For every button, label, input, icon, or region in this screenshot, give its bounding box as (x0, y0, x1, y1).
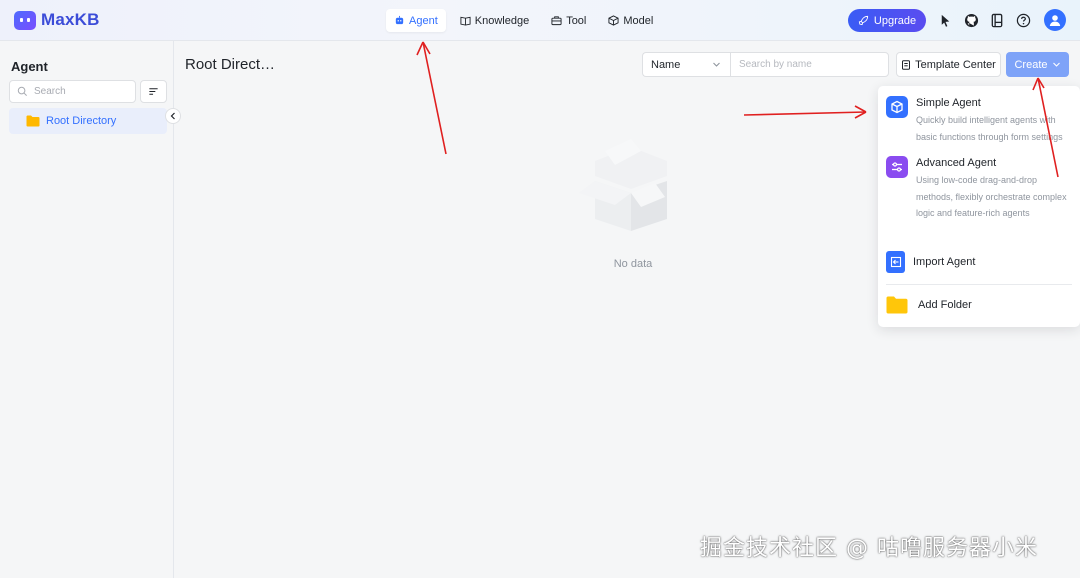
watermark-text: 掘金技术社区 @ 咕噜服务器小米 (700, 536, 1038, 561)
app-name: MaxKB (41, 10, 100, 29)
page-title: Root Direct… (185, 56, 276, 73)
collapse-sidebar-button[interactable] (165, 108, 181, 124)
sidebar-title: Agent (11, 59, 48, 74)
nav-tab-label: Tool (566, 14, 587, 27)
nav-tab-tool[interactable]: Tool (543, 9, 594, 32)
book-icon (460, 16, 471, 26)
top-header: MaxKB Agent Knowledge Tool Model Upgrade (0, 0, 1080, 41)
template-center-label: Template Center (915, 58, 996, 71)
upgrade-label: Upgrade (873, 14, 917, 27)
cube-icon (608, 15, 619, 26)
menu-item-description: Using low-code drag-and-drop methods, fl… (916, 175, 1067, 218)
create-dropdown-menu: Simple Agent Quickly build intelligent a… (878, 86, 1080, 327)
sidebar-item-label: Root Directory (46, 115, 117, 127)
nav-tab-model[interactable]: Model (600, 9, 661, 32)
main-nav: Agent Knowledge Tool Model (386, 9, 661, 32)
menu-item-description: Quickly build intelligent agents with ba… (916, 115, 1063, 142)
sidebar: Agent Search Root Directory (0, 41, 181, 578)
sort-button[interactable] (140, 80, 167, 103)
import-icon (886, 251, 905, 273)
chevron-down-icon (713, 62, 720, 67)
maxkb-logo-icon (14, 10, 36, 30)
advanced-agent-icon (886, 156, 908, 178)
sidebar-search-placeholder: Search (34, 86, 66, 97)
app-logo[interactable]: MaxKB (14, 10, 100, 30)
menu-item-title: Add Folder (918, 299, 972, 311)
nav-tab-knowledge[interactable]: Knowledge (452, 9, 537, 32)
search-icon (17, 86, 27, 96)
menu-item-advanced-agent[interactable]: Advanced Agent Using low-code drag-and-d… (886, 156, 1071, 222)
simple-agent-icon (886, 96, 908, 118)
sort-icon (149, 88, 158, 95)
empty-state-text: No data (613, 258, 653, 270)
empty-box-illustration (579, 139, 667, 231)
chevron-down-icon (1052, 62, 1060, 67)
menu-item-import-agent[interactable]: Import Agent (886, 251, 975, 273)
menu-item-simple-agent[interactable]: Simple Agent Quickly build intelligent a… (886, 96, 1071, 145)
github-icon[interactable] (963, 12, 979, 28)
create-label: Create (1014, 58, 1048, 71)
menu-item-title: Simple Agent (916, 97, 981, 109)
folder-icon (886, 296, 908, 314)
nav-tab-label: Model (623, 14, 654, 27)
folder-icon (26, 115, 40, 127)
sidebar-search-input[interactable]: Search (9, 80, 136, 103)
document-icon[interactable] (989, 12, 1005, 28)
user-avatar[interactable] (1044, 9, 1066, 31)
chevron-left-icon (170, 112, 175, 120)
filter-field-value: Name (651, 58, 681, 71)
help-icon[interactable] (1015, 12, 1031, 28)
sidebar-item-root-directory[interactable]: Root Directory (9, 108, 167, 134)
rocket-icon (858, 15, 868, 26)
template-icon (902, 59, 911, 70)
search-by-name-input[interactable] (730, 52, 889, 77)
cursor-click-icon[interactable] (937, 12, 953, 28)
robot-icon (395, 15, 404, 25)
create-button[interactable]: Create (1006, 52, 1069, 77)
nav-tab-label: Knowledge (474, 14, 530, 27)
menu-item-title: Import Agent (913, 256, 976, 268)
template-center-button[interactable]: Template Center (896, 52, 1001, 77)
menu-item-add-folder[interactable]: Add Folder (886, 296, 972, 314)
nav-tab-agent[interactable]: Agent (386, 9, 446, 32)
menu-item-title: Advanced Agent (916, 157, 997, 169)
user-icon (1049, 15, 1061, 26)
toolbox-icon (551, 16, 562, 26)
menu-divider (886, 284, 1072, 285)
upgrade-button[interactable]: Upgrade (848, 9, 926, 32)
nav-tab-label: Agent (409, 14, 438, 27)
filter-field-select[interactable]: Name (642, 52, 730, 77)
